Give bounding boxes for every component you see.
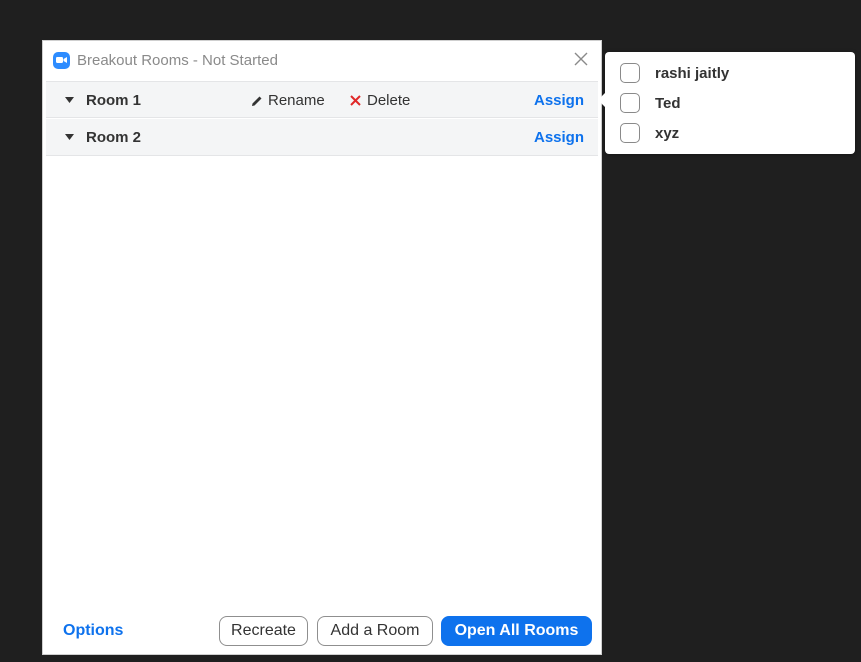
recreate-button[interactable]: Recreate: [219, 616, 308, 646]
caret-down-icon[interactable]: [65, 134, 74, 140]
zoom-logo-icon: [53, 51, 70, 69]
breakout-rooms-window: Breakout Rooms - Not Started Room 1 Rena…: [42, 40, 602, 655]
participant-checkbox[interactable]: [620, 63, 640, 83]
pencil-icon: [252, 96, 262, 106]
close-icon[interactable]: [573, 51, 589, 67]
participant-checkbox[interactable]: [620, 93, 640, 113]
options-link[interactable]: Options: [63, 622, 123, 640]
caret-down-icon[interactable]: [65, 97, 74, 103]
assign-link-room-2[interactable]: Assign: [534, 129, 584, 146]
delete-button[interactable]: Delete: [350, 92, 410, 109]
window-title: Breakout Rooms - Not Started: [77, 51, 278, 69]
rename-button[interactable]: Rename: [251, 92, 325, 109]
assign-link-room-1[interactable]: Assign: [534, 92, 584, 109]
delete-x-icon: [350, 95, 361, 106]
participant-name: rashi jaitly: [655, 64, 730, 82]
participant-item[interactable]: xyz: [620, 122, 679, 144]
participant-checkbox[interactable]: [620, 123, 640, 143]
participant-name: Ted: [655, 94, 681, 112]
room-name: Room 1: [86, 92, 142, 109]
title-bar: Breakout Rooms - Not Started: [43, 41, 601, 79]
delete-label: Delete: [367, 92, 411, 109]
participant-item[interactable]: Ted: [620, 92, 681, 114]
open-all-rooms-button[interactable]: Open All Rooms: [441, 616, 592, 646]
room-name: Room 2: [86, 129, 142, 146]
participant-item[interactable]: rashi jaitly: [620, 62, 729, 84]
room-row-1[interactable]: Room 1 Rename Delete Assign: [46, 81, 598, 118]
room-row-2[interactable]: Room 2 Assign: [46, 119, 598, 156]
rename-label: Rename: [268, 92, 325, 109]
participant-name: xyz: [655, 124, 680, 142]
popover-arrow: [598, 92, 606, 108]
assign-participants-popover: rashi jaitly Ted xyz: [598, 52, 855, 154]
add-room-button[interactable]: Add a Room: [317, 616, 433, 646]
